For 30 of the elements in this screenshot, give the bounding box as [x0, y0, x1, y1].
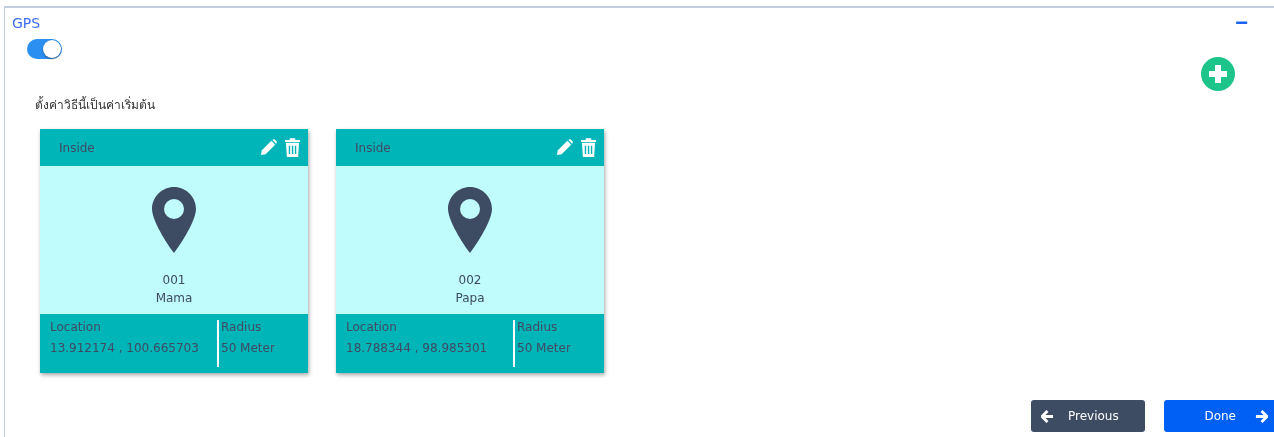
add-button[interactable] [1201, 57, 1235, 91]
pencil-icon[interactable] [259, 138, 278, 157]
location-value: 18.788344 , 98.985301 [346, 341, 489, 355]
place-name: Mama [155, 291, 193, 305]
arrow-right-icon [1255, 409, 1268, 423]
panel-title: GPS [12, 15, 41, 31]
done-button[interactable]: Done [1164, 400, 1274, 432]
place-code: 001 [162, 273, 186, 287]
location-value: 13.912174 , 100.665703 [50, 341, 200, 355]
radius-value: 50 Meter [221, 341, 275, 355]
trash-icon[interactable] [581, 138, 596, 157]
location-label: Location [50, 320, 102, 334]
radius-label: Radius [517, 320, 559, 334]
collapse-button[interactable]: − [1235, 15, 1248, 31]
location-label: Location [346, 320, 398, 334]
zone-label: Inside [59, 140, 95, 155]
trash-icon[interactable] [285, 138, 300, 157]
pencil-icon[interactable] [555, 138, 574, 157]
map-pin-icon [448, 187, 492, 253]
zone-label: Inside [355, 140, 391, 155]
place-code: 002 [458, 273, 482, 287]
toggle-switch[interactable] [27, 39, 62, 59]
default-label: ตั้งค่าวิธีนี้เป็นค่าเริ่มต้น [34, 95, 156, 114]
place-name: Papa [455, 291, 485, 305]
previous-button[interactable]: Previous [1031, 400, 1145, 432]
plus-icon [1201, 57, 1235, 91]
arrow-left-icon [1041, 409, 1054, 423]
radius-label: Radius [221, 320, 263, 334]
map-pin-icon [152, 187, 196, 253]
radius-value: 50 Meter [517, 341, 571, 355]
